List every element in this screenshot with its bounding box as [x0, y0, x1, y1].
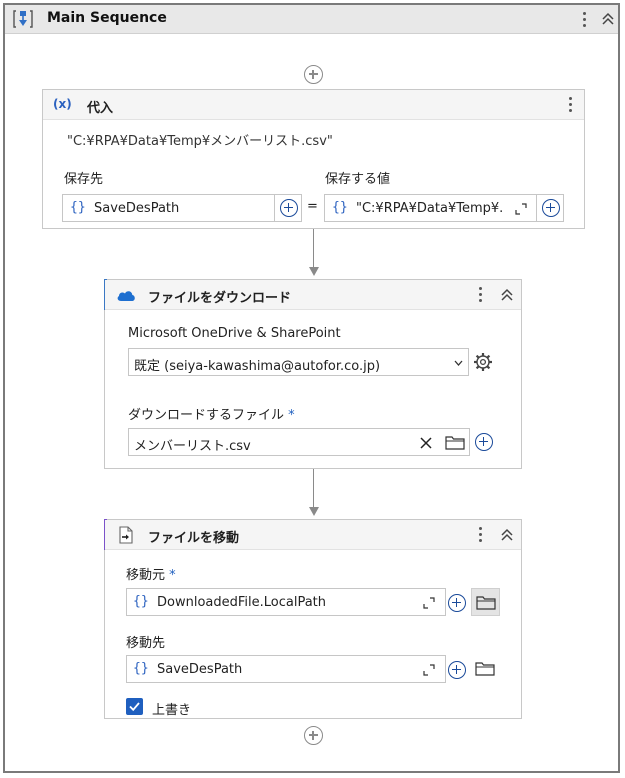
value-label: 保存する値 [325, 172, 391, 187]
save-to-value: SaveDesPath [94, 201, 180, 216]
checkmark-icon [129, 702, 140, 712]
assign-expression-summary: "C:¥RPA¥Data¥Temp¥メンバーリスト.csv" [67, 134, 333, 149]
variable-assign-icon: (x) [53, 97, 72, 111]
destination-browse-folder-icon[interactable] [475, 661, 495, 676]
main-sequence-header[interactable]: Main Sequence [5, 5, 618, 34]
expand-editor-icon[interactable] [423, 664, 435, 676]
assign-activity-card[interactable]: (x) 代入 "C:¥RPA¥Data¥Temp¥メンバーリスト.csv" 保存… [42, 89, 585, 229]
connector-line [313, 229, 314, 267]
add-activity-top-icon[interactable] [304, 65, 323, 84]
destination-field[interactable]: {} SaveDesPath [126, 655, 446, 683]
overwrite-label: 上書き [152, 703, 192, 718]
add-activity-bottom-icon[interactable] [304, 726, 323, 745]
save-to-field[interactable]: {} SaveDesPath [62, 194, 302, 222]
collapse-icon[interactable] [601, 12, 615, 26]
move-file-activity-header[interactable]: ファイルを移動 [105, 520, 521, 550]
move-collapse-icon[interactable] [500, 528, 514, 542]
variable-icon: {} [332, 200, 348, 215]
download-file-label: ダウンロードするファイル * [128, 408, 295, 423]
download-collapse-icon[interactable] [500, 288, 514, 302]
expand-editor-icon[interactable] [423, 597, 435, 609]
source-browse-button[interactable] [471, 588, 500, 616]
main-sequence-title: Main Sequence [47, 10, 167, 26]
destination-add-icon[interactable] [448, 661, 466, 679]
browse-folder-icon [476, 596, 496, 610]
assign-title: 代入 [87, 101, 114, 116]
service-label: Microsoft OneDrive & SharePoint [128, 326, 341, 341]
download-file-field[interactable]: メンバーリスト.csv [128, 428, 470, 456]
main-more-options-icon[interactable] [579, 10, 591, 30]
move-file-title: ファイルを移動 [148, 531, 240, 546]
download-activity-header[interactable]: ファイルをダウンロード [105, 280, 521, 310]
variable-icon: {} [70, 200, 86, 215]
main-sequence-container: Main Sequence (x) 代入 "C:¥RPA¥Data¥Temp¥メ… [3, 3, 620, 773]
source-add-icon[interactable] [448, 594, 466, 612]
source-label: 移動元 * [126, 568, 176, 583]
chevron-down-icon[interactable] [454, 360, 463, 366]
connector-line [313, 469, 314, 507]
overwrite-checkbox[interactable] [126, 698, 143, 715]
field-divider [536, 195, 537, 221]
connector-arrow [309, 507, 319, 516]
connector-arrow [309, 267, 319, 276]
download-more-options-icon[interactable] [475, 285, 487, 305]
save-to-label: 保存先 [64, 172, 104, 187]
connection-settings-gear-icon[interactable] [473, 352, 493, 372]
variable-icon: {} [133, 594, 149, 609]
destination-label: 移動先 [126, 636, 166, 651]
value-expression: "C:¥RPA¥Data¥Temp¥. [356, 201, 504, 216]
save-to-add-icon[interactable] [280, 199, 298, 217]
required-mark: * [288, 408, 295, 423]
download-activity-card[interactable]: ファイルをダウンロード Microsoft OneDrive & SharePo… [104, 279, 522, 469]
source-field[interactable]: {} DownloadedFile.LocalPath [126, 588, 446, 616]
assign-activity-header[interactable]: (x) 代入 [43, 90, 584, 120]
sequence-icon [13, 10, 33, 28]
value-add-icon[interactable] [542, 199, 560, 217]
onedrive-cloud-icon [117, 291, 135, 301]
value-field[interactable]: {} "C:¥RPA¥Data¥Temp¥. [324, 194, 564, 222]
move-file-activity-card[interactable]: ファイルを移動 移動元 * {} DownloadedFile.LocalPat… [104, 519, 522, 719]
file-move-icon [119, 526, 133, 544]
account-value: 既定 (seiya-kawashima@autofor.co.jp) [134, 359, 381, 374]
assign-more-options-icon[interactable] [565, 95, 577, 115]
expand-editor-icon[interactable] [515, 203, 527, 215]
account-dropdown[interactable]: 既定 (seiya-kawashima@autofor.co.jp) [128, 348, 469, 376]
clear-icon[interactable] [420, 437, 432, 449]
required-mark: * [169, 568, 176, 583]
equals-sign: = [307, 199, 318, 214]
destination-value: SaveDesPath [157, 662, 243, 677]
variable-icon: {} [133, 661, 149, 676]
field-divider [274, 195, 275, 221]
browse-folder-icon[interactable] [445, 435, 465, 450]
source-value: DownloadedFile.LocalPath [157, 595, 327, 610]
move-more-options-icon[interactable] [475, 525, 487, 545]
download-file-add-icon[interactable] [475, 433, 493, 451]
download-file-value: メンバーリスト.csv [134, 439, 251, 454]
download-title: ファイルをダウンロード [148, 291, 292, 306]
